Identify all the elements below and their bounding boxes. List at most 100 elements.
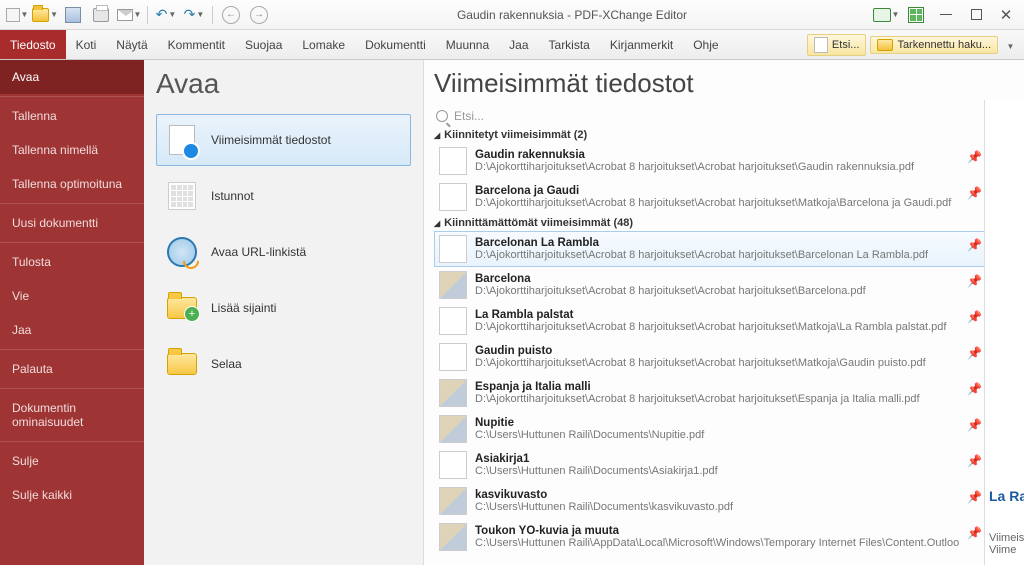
- find-button[interactable]: Etsi...: [807, 34, 867, 56]
- recent-file-row[interactable]: Asiakirja1 C:\Users\Huttunen Raili\Docum…: [434, 447, 1002, 483]
- sidebar-item-print[interactable]: Tulosta: [0, 245, 144, 279]
- redo-button[interactable]: ↷▼: [181, 3, 207, 27]
- expand-icon: [908, 7, 924, 23]
- app-menu-button[interactable]: ▼: [4, 3, 30, 27]
- window-title: Gaudin rakennuksia - PDF-XChange Editor: [272, 8, 872, 22]
- open-button[interactable]: ▼: [32, 3, 58, 27]
- recent-search-input[interactable]: Etsi...: [434, 109, 1024, 123]
- file-name: Nupitie: [475, 417, 997, 429]
- undo-icon: ↶: [156, 6, 168, 23]
- arrow-right-icon: →: [250, 6, 268, 24]
- pin-icon[interactable]: 📌: [967, 418, 979, 430]
- tab-kommentit[interactable]: Kommentit: [158, 30, 235, 59]
- sidebar-item-share[interactable]: Jaa: [0, 313, 144, 347]
- option-open-url[interactable]: Avaa URL-linkistä: [156, 226, 411, 278]
- pin-icon[interactable]: 📌: [967, 346, 979, 358]
- tab-ohje[interactable]: Ohje: [683, 30, 728, 59]
- recent-file-row[interactable]: kasvikuvasto C:\Users\Huttunen Raili\Doc…: [434, 483, 1002, 519]
- recent-file-row[interactable]: Barcelona D:\Ajokorttiharjoitukset\Acrob…: [434, 267, 1002, 303]
- sidebar-item-open[interactable]: Avaa: [0, 60, 144, 94]
- recent-file-row[interactable]: La Rambla palstat D:\Ajokorttiharjoituks…: [434, 303, 1002, 339]
- close-button[interactable]: ✕: [992, 4, 1020, 26]
- recent-file-row[interactable]: Gaudin rakennuksia D:\Ajokorttiharjoituk…: [434, 143, 1002, 179]
- sidebar-item-doc-properties[interactable]: Dokumentin ominaisuudet: [0, 391, 144, 439]
- pin-icon[interactable]: 📌: [967, 186, 979, 198]
- pin-icon[interactable]: 📌: [967, 310, 979, 322]
- recent-file-row[interactable]: Barcelonan La Rambla D:\Ajokorttiharjoit…: [434, 231, 1002, 267]
- redo-icon: ↷: [184, 6, 196, 23]
- option-label: Selaa: [211, 357, 242, 371]
- recent-file-row[interactable]: Espanja ja Italia malli D:\Ajokorttiharj…: [434, 375, 1002, 411]
- file-path: C:\Users\Huttunen Raili\Documents\kasvik…: [475, 501, 997, 513]
- option-label: Istunnot: [211, 189, 254, 203]
- arrow-left-icon: ←: [222, 6, 240, 24]
- file-name: Barcelona ja Gaudi: [475, 185, 997, 197]
- file-thumbnail-icon: [439, 147, 467, 175]
- tab-kirjanmerkit[interactable]: Kirjanmerkit: [600, 30, 683, 59]
- file-sidebar: Avaa Tallenna Tallenna nimellä Tallenna …: [0, 60, 144, 565]
- save-button[interactable]: [60, 3, 86, 27]
- tab-file[interactable]: Tiedosto: [0, 30, 66, 59]
- file-name: Asiakirja1: [475, 453, 997, 465]
- pin-icon[interactable]: 📌: [967, 238, 979, 250]
- save-icon: [65, 7, 81, 23]
- nav-back-button[interactable]: ←: [218, 3, 244, 27]
- ui-options-button[interactable]: ▼: [872, 4, 900, 26]
- sidebar-item-close-all[interactable]: Sulje kaikki: [0, 478, 144, 512]
- tab-näytä[interactable]: Näytä: [106, 30, 157, 59]
- sidebar-item-revert[interactable]: Palauta: [0, 352, 144, 386]
- option-add-place[interactable]: Lisää sijainti: [156, 282, 411, 334]
- sidebar-item-save-optimized[interactable]: Tallenna optimoituna: [0, 167, 144, 201]
- minimize-icon: [940, 14, 952, 15]
- option-recent-files[interactable]: Viimeisimmät tiedostot: [156, 114, 411, 166]
- file-path: D:\Ajokorttiharjoitukset\Acrobat 8 harjo…: [475, 161, 997, 173]
- ribbon-tabs: Tiedosto KotiNäytäKommentitSuojaaLomakeD…: [0, 30, 1024, 60]
- group-pinned-header[interactable]: ◢Kiinnitetyt viimeisimmät (2): [434, 127, 1024, 143]
- nav-forward-button[interactable]: →: [246, 3, 272, 27]
- ribbon-dropdown-button[interactable]: ▼: [1002, 38, 1018, 52]
- file-path: D:\Ajokorttiharjoitukset\Acrobat 8 harjo…: [475, 197, 997, 209]
- file-thumbnail-icon: [439, 183, 467, 211]
- option-label: Lisää sijainti: [211, 301, 276, 315]
- file-thumbnail-icon: [439, 415, 467, 443]
- sidebar-item-save-as[interactable]: Tallenna nimellä: [0, 133, 144, 167]
- pin-icon[interactable]: 📌: [967, 490, 979, 502]
- pin-icon[interactable]: 📌: [967, 526, 979, 538]
- file-path: D:\Ajokorttiharjoitukset\Acrobat 8 harjo…: [475, 321, 997, 333]
- maximize-button[interactable]: [962, 4, 990, 26]
- minimize-button[interactable]: [932, 4, 960, 26]
- sidebar-item-close[interactable]: Sulje: [0, 444, 144, 478]
- tab-tarkista[interactable]: Tarkista: [539, 30, 600, 59]
- pin-icon[interactable]: 📌: [967, 454, 979, 466]
- fullscreen-button[interactable]: [902, 4, 930, 26]
- tab-lomake[interactable]: Lomake: [292, 30, 355, 59]
- undo-button[interactable]: ↶▼: [153, 3, 179, 27]
- tab-jaa[interactable]: Jaa: [499, 30, 538, 59]
- mail-button[interactable]: ▼: [116, 3, 142, 27]
- tab-muunna[interactable]: Muunna: [436, 30, 499, 59]
- pin-icon[interactable]: 📌: [967, 274, 979, 286]
- option-browse[interactable]: Selaa: [156, 338, 411, 390]
- recent-file-row[interactable]: Nupitie C:\Users\Huttunen Raili\Document…: [434, 411, 1002, 447]
- advanced-search-button[interactable]: Tarkennettu haku...: [870, 36, 998, 54]
- tab-suojaa[interactable]: Suojaa: [235, 30, 292, 59]
- file-name: kasvikuvasto: [475, 489, 997, 501]
- recent-file-row[interactable]: Gaudin puisto D:\Ajokorttiharjoitukset\A…: [434, 339, 1002, 375]
- tab-koti[interactable]: Koti: [66, 30, 107, 59]
- print-button[interactable]: [88, 3, 114, 27]
- file-path: D:\Ajokorttiharjoitukset\Acrobat 8 harjo…: [475, 357, 997, 369]
- sidebar-item-export[interactable]: Vie: [0, 279, 144, 313]
- sidebar-item-new-document[interactable]: Uusi dokumentti: [0, 206, 144, 240]
- pin-icon[interactable]: 📌: [967, 382, 979, 394]
- recent-file-row[interactable]: Toukon YO-kuvia ja muuta C:\Users\Huttun…: [434, 519, 1002, 555]
- find-label: Etsi...: [832, 39, 860, 51]
- title-bar: ▼ ▼ ▼ ↶▼ ↷▼ ← → Gaudin rakennuksia - PDF…: [0, 0, 1024, 30]
- group-unpinned-header[interactable]: ◢Kiinnittämättömät viimeisimmät (48): [434, 215, 1024, 231]
- option-sessions[interactable]: Istunnot: [156, 170, 411, 222]
- pin-icon[interactable]: 📌: [967, 150, 979, 162]
- sidebar-item-save[interactable]: Tallenna: [0, 99, 144, 133]
- globe-icon: [167, 237, 197, 267]
- recent-file-row[interactable]: Barcelona ja Gaudi D:\Ajokorttiharjoituk…: [434, 179, 1002, 215]
- folder-icon: [167, 353, 197, 375]
- tab-dokumentti[interactable]: Dokumentti: [355, 30, 436, 59]
